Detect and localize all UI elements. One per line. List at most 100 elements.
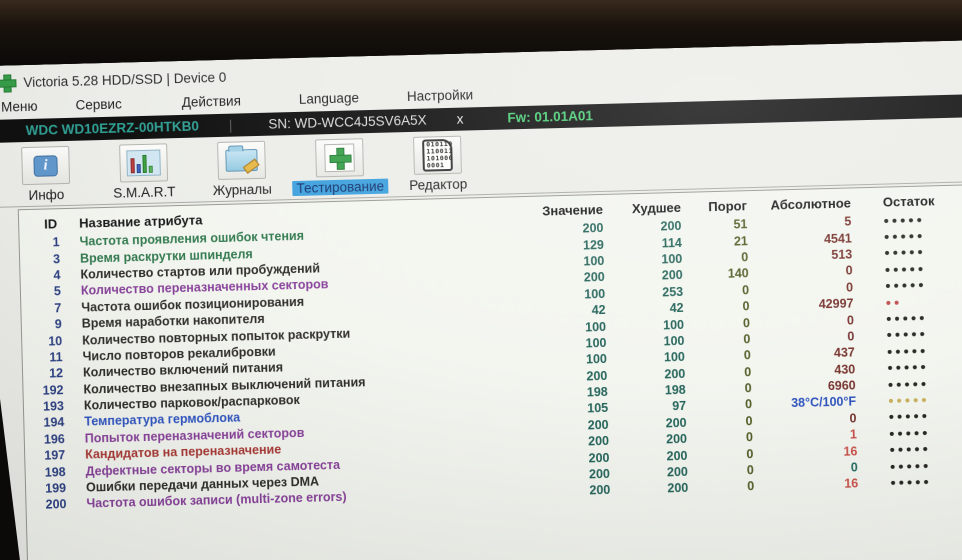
col-header-health: Остаток <box>882 193 935 210</box>
raw-cell: 16 <box>843 444 858 459</box>
attr-id: 194 <box>43 415 65 431</box>
raw-cell: 513 <box>831 247 853 262</box>
attr-id: 9 <box>54 317 62 332</box>
threshold-cell: 0 <box>743 348 752 363</box>
worst-cell: 114 <box>661 235 683 251</box>
worst-cell: 200 <box>667 481 689 496</box>
health-dots: ●●●●● <box>883 214 925 227</box>
raw-cell: 38°C/100°F <box>791 394 857 411</box>
smart-attributes-table: ID Название атрибута Значение Худшее Пор… <box>18 184 962 560</box>
attr-id: 193 <box>42 399 65 414</box>
device-serial: SN: WD-WCC4J5SV6A5X <box>268 112 427 132</box>
raw-cell: 0 <box>850 460 858 475</box>
value-cell: 100 <box>584 286 606 302</box>
threshold-cell: 0 <box>742 315 751 330</box>
worst-cell: 200 <box>665 415 687 431</box>
attr-id: 11 <box>49 350 63 365</box>
threshold-cell: 0 <box>745 413 753 429</box>
attr-id: 3 <box>52 251 61 266</box>
threshold-cell: 0 <box>745 430 754 445</box>
window-title: Victoria 5.28 HDD/SSD | Device 0 <box>23 69 227 90</box>
health-dots: ●●●●● <box>884 279 927 292</box>
raw-cell: 0 <box>845 280 854 295</box>
health-dots: ●●●●● <box>884 246 926 260</box>
raw-cell: 0 <box>849 411 857 426</box>
device-bar-divider: | <box>228 117 233 133</box>
health-dots: ●●●●● <box>886 345 929 358</box>
value-cell: 200 <box>587 434 610 449</box>
menu-item-language[interactable]: Language <box>299 90 359 107</box>
toolbar-button-journals[interactable]: Журналы <box>194 140 289 198</box>
menu-item-settings[interactable]: Настройки <box>407 87 474 104</box>
worst-cell: 253 <box>662 284 684 300</box>
menu-item-service[interactable]: Сервис <box>75 97 122 113</box>
attr-id: 196 <box>43 431 65 447</box>
toolbar-button-testing[interactable]: Тестирование <box>292 138 387 196</box>
attr-id: 199 <box>45 481 67 496</box>
value-cell: 100 <box>583 253 605 269</box>
worst-cell: 100 <box>662 317 685 332</box>
health-dots: ●●●●● <box>887 394 930 407</box>
value-cell: 200 <box>587 417 609 433</box>
health-dots: ●●●●● <box>886 328 928 341</box>
attr-id: 1 <box>52 235 60 250</box>
health-dots: ●●●●● <box>887 378 929 391</box>
health-dots: ●●●●● <box>883 230 926 243</box>
raw-cell: 0 <box>847 329 855 344</box>
threshold-cell: 0 <box>744 381 752 396</box>
toolbar-button-label: S.M.A.R.T <box>113 184 176 201</box>
value-cell: 100 <box>585 335 607 351</box>
toolbar-button-info[interactable]: i Инфо <box>0 145 94 203</box>
device-tab-close-icon[interactable]: x <box>456 112 463 127</box>
col-header-id: ID <box>43 216 58 232</box>
attr-id: 198 <box>44 464 66 480</box>
threshold-cell: 140 <box>727 266 749 282</box>
smart-table-body: 1 Частота проявления ошибок чтения 200 200 5… <box>19 210 962 514</box>
raw-cell: 6960 <box>827 378 856 394</box>
monitor-screen: Victoria 5.28 HDD/SSD | Device 0 Меню Се… <box>0 40 962 560</box>
threshold-cell: 0 <box>742 299 750 314</box>
smart-chart-icon <box>126 150 161 177</box>
editor-binary-icon: 010110 110011 101000 0001 <box>422 139 453 172</box>
value-cell: 105 <box>587 401 609 416</box>
raw-cell: 430 <box>834 362 856 377</box>
worst-cell: 100 <box>663 350 686 365</box>
toolbar-button-editor[interactable]: 010110 110011 101000 0001 Редактор <box>390 135 485 193</box>
health-dots: ●●●●● <box>887 361 929 374</box>
col-header-worst: Худшее <box>631 199 682 217</box>
value-cell: 100 <box>585 352 608 367</box>
health-dots: ●●●●● <box>888 427 931 440</box>
worst-cell: 200 <box>661 268 683 283</box>
toolbar-button-label-active: Тестирование <box>292 179 388 196</box>
attr-id: 197 <box>44 448 66 463</box>
attr-id: 192 <box>42 382 64 398</box>
threshold-cell: 0 <box>747 479 755 494</box>
attr-id: 200 <box>45 497 67 513</box>
worst-cell: 200 <box>666 464 689 480</box>
value-cell: 129 <box>582 237 605 253</box>
worst-cell: 200 <box>660 219 682 234</box>
health-dots: ●●●●● <box>889 443 931 456</box>
toolbar-button-smart[interactable]: S.M.A.R.T <box>96 143 191 201</box>
value-cell: 200 <box>586 368 608 384</box>
raw-cell: 5 <box>844 214 852 229</box>
attr-id: 7 <box>54 300 62 316</box>
col-header-raw: Абсолютное <box>770 195 852 213</box>
toolbar-button-label: Журналы <box>212 181 273 199</box>
device-model-tab[interactable]: WDC WD10EZRZ-00HTKB0 <box>26 119 200 139</box>
threshold-cell: 0 <box>746 463 755 478</box>
menu-item-menu[interactable]: Меню <box>1 99 38 115</box>
device-firmware: Fw: 01.01A01 <box>507 108 594 126</box>
threshold-cell: 0 <box>744 364 752 380</box>
raw-cell: 437 <box>833 345 855 361</box>
menu-item-actions[interactable]: Действия <box>182 93 242 110</box>
worst-cell: 198 <box>664 382 686 398</box>
raw-cell: 0 <box>846 312 855 328</box>
attr-id: 4 <box>53 268 61 283</box>
health-dots: ●●●●● <box>885 312 928 325</box>
value-cell: 200 <box>588 450 610 466</box>
health-dots: ●●●●● <box>888 410 930 423</box>
threshold-cell: 0 <box>743 332 751 347</box>
worst-cell: 100 <box>661 251 683 267</box>
attr-id: 12 <box>48 366 64 381</box>
